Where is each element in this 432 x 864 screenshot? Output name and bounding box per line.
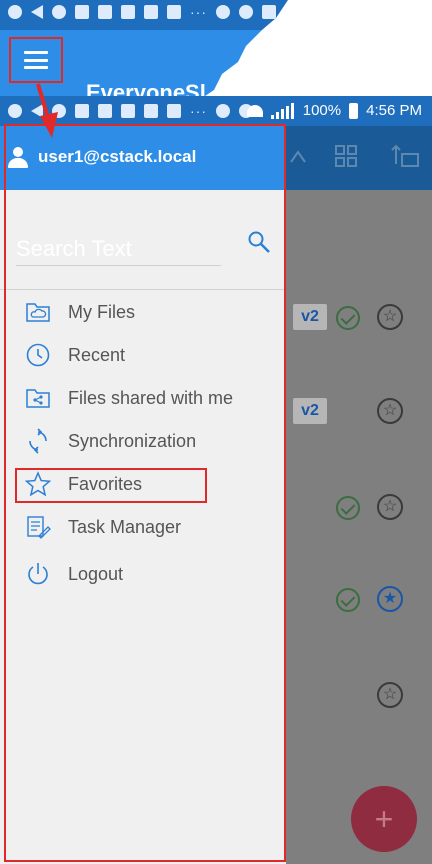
pinterest-icon [52,104,66,118]
drawer-item-shared-with-me[interactable]: Files shared with me [0,378,286,418]
search-input[interactable] [16,232,221,266]
drawer-item-label: Recent [68,344,126,365]
preview-status-bar: ··· [0,0,288,30]
more-notifications-icon: ··· [190,103,207,119]
vibrate-icon [216,5,230,19]
system-indicators: 100% 4:56 PM [246,102,422,119]
drawer-divider [0,289,286,290]
sync-icon [29,428,47,454]
drawer-item-synchronization[interactable]: Synchronization [0,421,286,461]
youtube-icon [167,104,181,118]
send-icon [31,104,43,118]
search-icon[interactable] [247,230,271,254]
upload-folder-icon [391,144,419,167]
battery-icon [349,102,359,119]
hamburger-menu-button[interactable] [9,37,63,83]
mail-icon [144,5,158,19]
signal-icon [270,102,295,119]
favorite-star-icon[interactable]: ☆ [377,682,403,708]
synced-check-icon [336,588,360,612]
mail-icon [144,104,158,118]
user-email: user1@cstack.local [38,147,197,166]
linkedin-icon [75,104,89,118]
favorite-star-icon[interactable]: ★ [377,586,403,612]
clock-time: 4:56 PM [366,102,422,119]
drawer-item-label: My Files [68,301,135,322]
battery-percent: 100% [302,102,342,119]
crown-icon [121,104,135,118]
drawer-header: user1@cstack.local [0,126,286,190]
drawer-item-logout[interactable]: Logout [0,554,286,594]
drawer-item-label: Files shared with me [68,387,234,408]
crown-icon [98,5,112,19]
clock-icon [26,343,50,367]
version-badge: v2 [293,398,327,424]
preview-app-bar: EveryoneSl [0,30,288,96]
drawer-item-label: Synchronization [68,430,197,451]
drawer-item-task-manager[interactable]: Task Manager [0,507,286,547]
pinterest-icon [8,5,22,19]
favorites-highlight-box [15,468,207,503]
top-preview-strip: ··· EveryoneSl [0,0,288,96]
vibrate-icon [216,104,230,118]
linkedin-icon [75,5,89,19]
favorite-star-icon[interactable]: ☆ [377,398,403,424]
pinterest-icon [8,104,22,118]
drawer-item-my-files[interactable]: My Files [0,292,286,332]
crown-icon [98,104,112,118]
task-list-icon [27,516,51,539]
add-fab-button[interactable]: + [351,786,417,852]
shared-folder-icon [26,389,50,408]
user-icon [7,147,29,169]
synced-check-icon [336,496,360,520]
version-badge: v2 [293,304,327,330]
favorite-star-icon[interactable]: ☆ [377,494,403,520]
youtube-icon [167,5,181,19]
status-bar: ··· 100% 4:56 PM [0,96,432,126]
synced-check-icon [336,306,360,330]
favorite-star-icon[interactable]: ☆ [377,304,403,330]
send-icon [31,5,43,19]
cloud-folder-icon [26,303,50,322]
wifi-icon [262,5,276,19]
drawer-item-label: Logout [68,563,124,584]
drawer-item-label: Task Manager [68,516,182,537]
pinterest-icon [52,5,66,19]
drawer-item-recent[interactable]: Recent [0,335,286,375]
share-icon [290,150,306,163]
notification-icons: ··· [8,5,276,19]
more-notifications-icon: ··· [190,4,207,20]
crown-icon [121,5,135,19]
notification-icons: ··· [8,104,253,118]
alarm-icon [239,5,253,19]
hamburger-icon [24,51,48,69]
wifi-icon [246,104,263,117]
power-icon [28,563,48,585]
grid-view-icon [335,145,357,167]
